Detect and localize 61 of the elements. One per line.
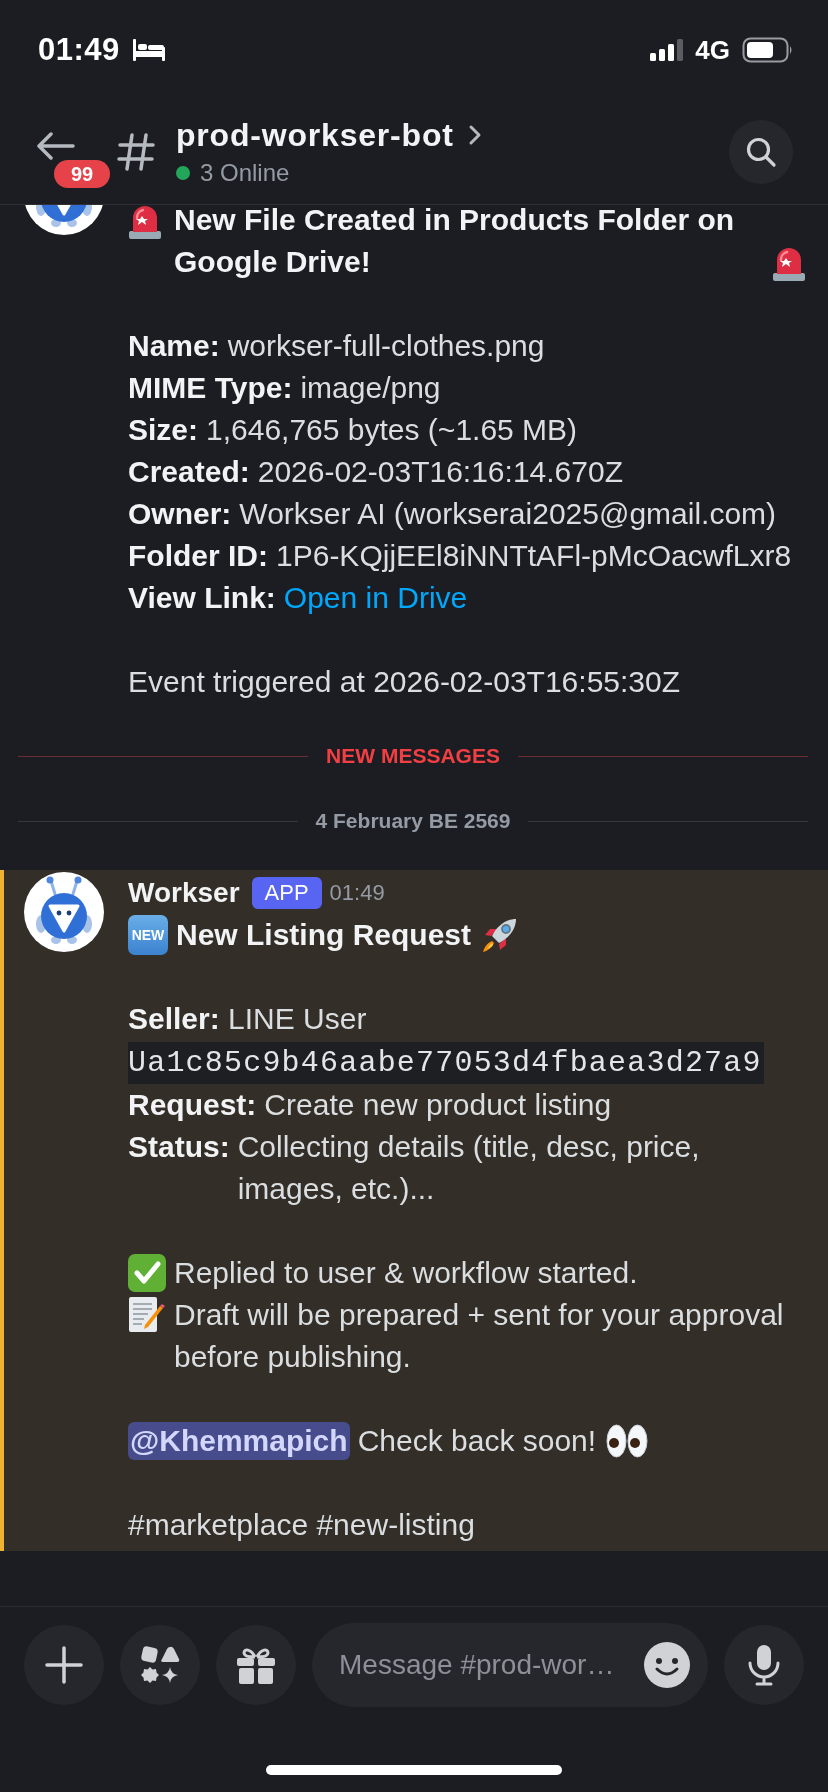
- message-text: Check back soon!: [357, 1423, 597, 1459]
- field-label: Created:: [128, 454, 250, 490]
- signal-icon: [650, 39, 684, 61]
- new-messages-label: NEW MESSAGES: [326, 744, 500, 768]
- field-label: Status:: [128, 1129, 230, 1165]
- field-value: Workser AI (workserai2025@gmail.com): [239, 496, 777, 532]
- field-label: MIME Type:: [128, 370, 293, 406]
- field-label: Owner:: [128, 496, 232, 532]
- smiley-icon[interactable]: [644, 1642, 690, 1688]
- field-value: 2026-02-03T16:16:14.670Z: [257, 454, 623, 490]
- author-name[interactable]: Workser: [128, 872, 240, 914]
- status-time: 01:49: [38, 32, 120, 68]
- field-value: 1P6-KQjjEEl8iNNTtAFl-pMcOacwfLxr8: [276, 538, 792, 574]
- siren-icon: [128, 205, 162, 239]
- field-value: 1,646,765 bytes (~1.65 MB): [206, 412, 578, 448]
- back-button[interactable]: [37, 132, 75, 160]
- message-text: #marketplace #new-listing: [128, 1507, 475, 1543]
- app-tag: APP: [251, 877, 322, 909]
- battery-icon: [742, 37, 794, 63]
- robot-avatar[interactable]: [24, 872, 104, 952]
- channel-name[interactable]: prod-workser-bot: [176, 116, 454, 154]
- field-label: Seller:: [128, 1002, 220, 1035]
- message-text: Replied to user & workflow started.: [174, 1255, 638, 1291]
- network-type: 4G: [695, 34, 730, 66]
- field-label: Folder ID:: [128, 538, 268, 574]
- field-value: Collecting details (title, desc, price, images, etc.)...: [237, 1129, 701, 1207]
- user-mention[interactable]: @Khemmapich: [128, 1422, 350, 1460]
- shapes-icon: [139, 1645, 181, 1685]
- eyes-icon: [606, 1424, 649, 1458]
- field-value: image/png: [300, 370, 441, 406]
- back-arrow-icon: [37, 132, 75, 160]
- new-badge: NEW: [128, 915, 168, 955]
- message-title: New File Created in Products Folder on Google Drive!: [174, 205, 736, 280]
- field-label: View Link:: [128, 580, 276, 616]
- user-id-code: Ua1c85c9b46aabe77053d4fbaea3d27a9: [128, 1042, 764, 1084]
- check-icon: [128, 1254, 166, 1292]
- message-title: New Listing Request: [176, 917, 472, 953]
- search-icon: [745, 136, 777, 168]
- hashtag-icon: [116, 132, 156, 172]
- online-dot-icon: [176, 166, 190, 180]
- field-label: Size:: [128, 412, 199, 448]
- message-time: 01:49: [329, 879, 385, 907]
- microphone-icon: [747, 1644, 781, 1686]
- memo-icon: [128, 1296, 166, 1334]
- field-value: LINE User: [228, 1002, 367, 1035]
- message-text: Event triggered at 2026-02-03T16:55:30Z: [128, 664, 681, 700]
- plus-icon: [45, 1646, 83, 1684]
- gift-icon: [236, 1645, 276, 1685]
- message-input[interactable]: Message #prod-wor…: [312, 1623, 708, 1707]
- bed-icon: [131, 39, 166, 61]
- field-label: Name:: [128, 328, 220, 364]
- field-value: Create new product listing: [264, 1087, 612, 1123]
- field-value: workser-full-clothes.png: [227, 328, 545, 364]
- message-text: Draft will be prepared + sent for your approval before publishing.: [174, 1297, 785, 1375]
- unread-badge: 99: [54, 160, 110, 188]
- chevron-right-icon: [467, 124, 482, 146]
- robot-avatar[interactable]: [24, 205, 104, 235]
- online-count: 3 Online: [200, 159, 290, 187]
- drive-link[interactable]: Open in Drive: [283, 577, 468, 619]
- field-label: Request:: [128, 1087, 257, 1123]
- date-label: 4 February BE 2569: [315, 809, 511, 833]
